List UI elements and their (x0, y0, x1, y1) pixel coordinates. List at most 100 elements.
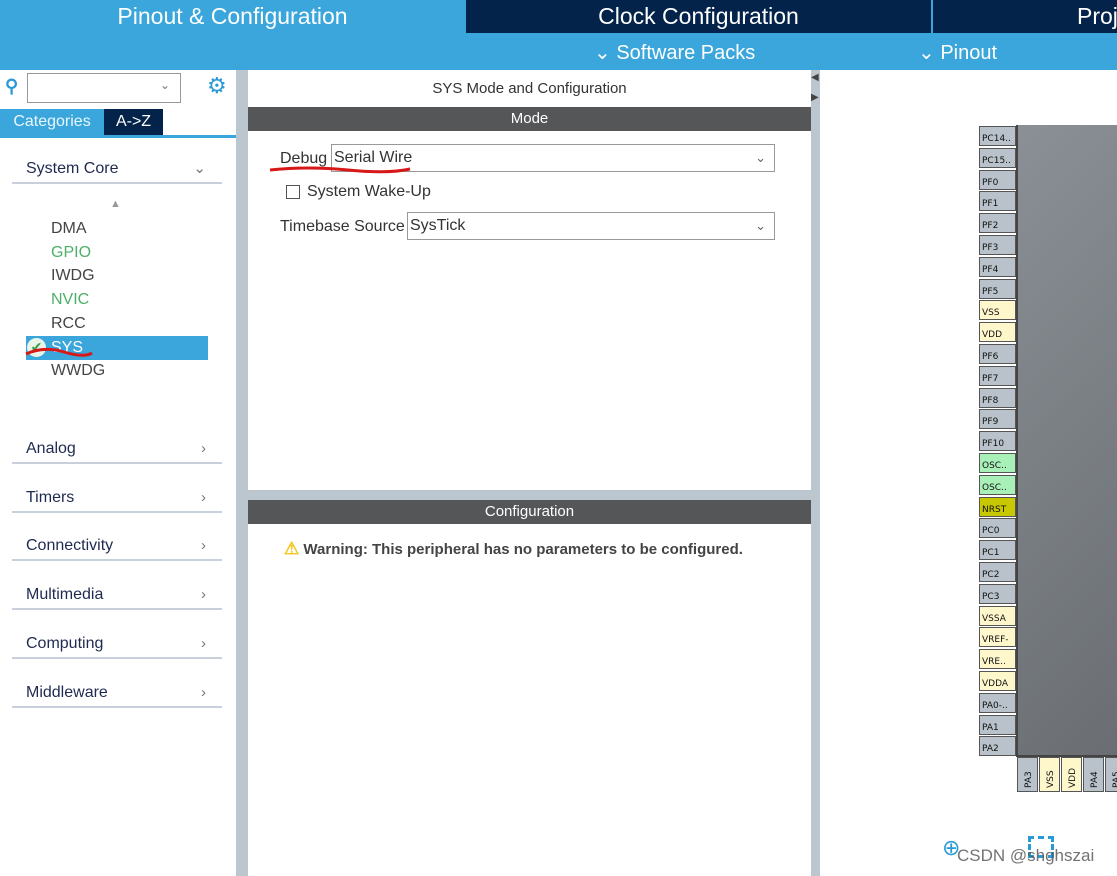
pin-vss[interactable]: VSS (979, 300, 1016, 321)
pin-pf2[interactable]: PF2 (979, 213, 1016, 234)
pin-pf10[interactable]: PF10 (979, 431, 1016, 452)
list-item-iwdg[interactable]: IWDG (51, 267, 95, 285)
timebase-label: Timebase Source (280, 218, 405, 235)
pin-vdda[interactable]: VDDA (979, 671, 1016, 691)
sidebar: ⚲ ⌄ ⚙ Categories A->Z System Core ⌄ ▲ DMA… (0, 70, 236, 876)
chevron-down-icon: ⌄ (755, 150, 766, 165)
pin-pc0[interactable]: PC0 (979, 518, 1016, 539)
pinout-label: Pinout (940, 42, 998, 64)
pin-vdd[interactable]: VDD (979, 322, 1016, 343)
pin-pa0[interactable]: PA0-.. (979, 692, 1016, 713)
chevron-down-icon: ⌄ (193, 160, 206, 177)
category-label: Multimedia (26, 586, 104, 603)
pin-vre[interactable]: VRE.. (979, 649, 1016, 670)
pin-pa4[interactable]: PA4 (1083, 757, 1104, 792)
watermark: CSDN @shghszai (957, 846, 1095, 865)
chevron-down-icon: ⌄ (918, 42, 935, 64)
pin-pf4[interactable]: PF4 (979, 256, 1016, 277)
pin-pc1[interactable]: PC1 (979, 540, 1016, 561)
list-item-rcc[interactable]: RCC (51, 315, 86, 333)
pin-pa5[interactable]: PA5 (1105, 757, 1117, 792)
category-computing[interactable]: Computing › (12, 629, 222, 659)
chevron-right-icon: › (201, 489, 206, 506)
pin-vss[interactable]: VSS (1039, 757, 1060, 792)
pin-pf1[interactable]: PF1 (979, 191, 1016, 212)
sort-icon[interactable]: ▲ (110, 198, 121, 210)
pin-pc14[interactable]: PC14.. (979, 126, 1016, 146)
pin-pf3[interactable]: PF3 (979, 235, 1016, 255)
chevron-right-icon: › (201, 684, 206, 701)
pin-vdd[interactable]: VDD (1061, 757, 1082, 792)
tab-clock-configuration[interactable]: Clock Configuration (466, 0, 931, 33)
pin-pf6[interactable]: PF6 (979, 344, 1016, 364)
pin-vssa[interactable]: VSSA (979, 605, 1016, 626)
splitter[interactable]: ◀ ▶ (811, 70, 820, 876)
category-label: Analog (26, 440, 76, 457)
panel-title: SYS Mode and Configuration (432, 80, 627, 97)
software-packs-label: Software Packs (616, 42, 756, 64)
list-item-gpio[interactable]: GPIO (51, 244, 91, 262)
expand-right-icon[interactable]: ▶ (811, 92, 819, 103)
configuration-section: Configuration ⚠ Warning: This peripheral… (248, 500, 811, 876)
category-label: Computing (26, 635, 104, 652)
chevron-right-icon: › (201, 586, 206, 603)
pin-osc[interactable]: OSC.. (979, 453, 1016, 473)
chevron-down-icon: ⌄ (755, 218, 766, 233)
tab-pinout-configuration[interactable]: Pinout & Configuration (0, 0, 465, 33)
chevron-down-icon: ⌄ (594, 42, 611, 64)
red-annotation-underline (269, 166, 411, 174)
sidebar-scrollbar[interactable] (236, 70, 248, 876)
pin-pa2[interactable]: PA2 (979, 736, 1016, 757)
pin-pf8[interactable]: PF8 (979, 387, 1016, 408)
pin-pc2[interactable]: PC2 (979, 562, 1016, 582)
list-item-dma[interactable]: DMA (51, 220, 87, 238)
system-wakeup-checkbox[interactable] (286, 185, 300, 199)
category-label: Middleware (26, 684, 108, 701)
list-item-wwdg[interactable]: WWDG (51, 362, 105, 380)
mode-header: Mode (248, 107, 811, 131)
red-annotation-underline (25, 347, 93, 357)
tab-a-z[interactable]: A->Z (104, 109, 163, 135)
category-label: System Core (26, 160, 119, 177)
category-multimedia[interactable]: Multimedia › (12, 580, 222, 610)
mode-configuration-panel: SYS Mode and Configuration Mode Debug Se… (248, 70, 811, 876)
chip-body (1016, 125, 1117, 757)
tab-project[interactable]: Proj (933, 0, 1117, 33)
chevron-down-icon[interactable]: ⌄ (160, 78, 170, 92)
pin-pf5[interactable]: PF5 (979, 278, 1016, 299)
pin-pf9[interactable]: PF9 (979, 409, 1016, 430)
pin-vref[interactable]: VREF- (979, 627, 1016, 648)
pin-pf7[interactable]: PF7 (979, 365, 1016, 386)
chevron-right-icon: › (201, 440, 206, 457)
warning-message: ⚠ Warning: This peripheral has no parame… (284, 539, 743, 559)
tab-categories[interactable]: Categories (0, 109, 104, 135)
pin-pf0[interactable]: PF0 (979, 169, 1016, 190)
pin-nrst[interactable]: NRST (979, 496, 1016, 517)
system-wakeup-label: System Wake-Up (307, 183, 431, 200)
gear-icon[interactable]: ⚙ (207, 73, 227, 99)
pin-osc[interactable]: OSC.. (979, 474, 1016, 495)
warning-text: Warning: This peripheral has no paramete… (303, 541, 743, 558)
category-label: Connectivity (26, 537, 114, 554)
timebase-value: SysTick (410, 217, 466, 234)
category-middleware[interactable]: Middleware › (12, 678, 222, 708)
tab-underline (0, 135, 236, 138)
search-input[interactable] (27, 73, 181, 103)
mode-section: SYS Mode and Configuration Mode Debug Se… (248, 70, 811, 490)
category-label: Timers (26, 489, 75, 506)
category-analog[interactable]: Analog › (12, 434, 222, 464)
category-timers[interactable]: Timers › (12, 483, 222, 513)
category-connectivity[interactable]: Connectivity › (12, 531, 222, 561)
software-packs-menu[interactable]: ⌄ Software Packs (594, 33, 755, 70)
pin-pa1[interactable]: PA1 (979, 714, 1016, 735)
top-bar: Pinout & Configuration Clock Configurati… (0, 0, 1117, 70)
pin-pc15[interactable]: PC15.. (979, 147, 1016, 168)
pinout-menu[interactable]: ⌄ Pinout (918, 33, 997, 70)
pin-pa3[interactable]: PA3 (1017, 757, 1038, 792)
list-item-nvic[interactable]: NVIC (51, 291, 89, 309)
category-system-core[interactable]: System Core ⌄ (12, 154, 222, 184)
warning-icon: ⚠ (284, 539, 300, 558)
pin-pc3[interactable]: PC3 (979, 583, 1016, 604)
timebase-select[interactable]: SysTick ⌄ (407, 212, 775, 240)
collapse-left-icon[interactable]: ◀ (811, 72, 819, 83)
